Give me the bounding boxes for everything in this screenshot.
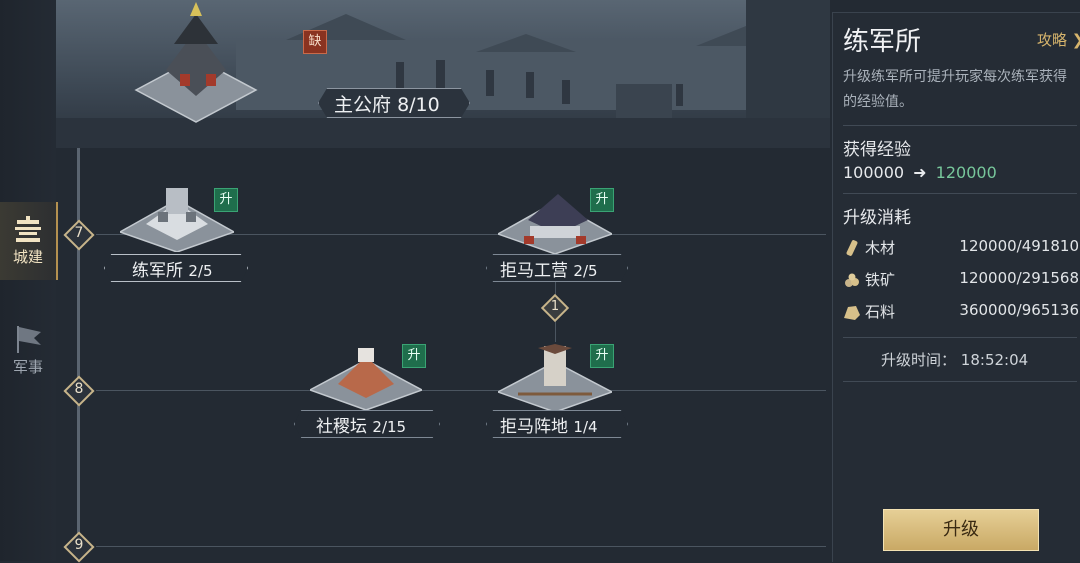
tab-military[interactable]: 军事 xyxy=(0,310,56,390)
building-level: 2/5 xyxy=(188,262,213,280)
barricade-workshop-label[interactable]: 拒马工营 2/5 xyxy=(500,256,598,281)
panel-title: 练军所 xyxy=(843,27,922,57)
divider xyxy=(843,381,1077,382)
resource-row-wood: 木材 120000/491810 xyxy=(843,237,1079,261)
header-banner: 缺 主公府 8/10 xyxy=(56,0,830,148)
city-backdrop xyxy=(56,0,830,148)
upgrade-badge: 升 xyxy=(590,188,614,212)
wood-icon xyxy=(846,240,858,256)
flag-icon xyxy=(17,326,41,353)
guide-label: 攻略 xyxy=(1037,31,1068,49)
building-level: 2/15 xyxy=(372,418,407,436)
resource-value: 360000/965136 xyxy=(959,301,1079,319)
building-level: 1/4 xyxy=(573,418,598,436)
upgrade-badge: 升 xyxy=(214,188,238,212)
time-value: 18:52:04 xyxy=(960,351,1029,369)
level-number-9: 9 xyxy=(74,537,84,553)
divider xyxy=(843,193,1077,194)
resource-name: 木材 xyxy=(865,239,896,257)
exp-header: 获得经验 xyxy=(843,140,911,160)
upgrade-time: 升级时间： 18:52:04 xyxy=(881,349,1028,370)
panel-description: 升级练军所可提升玩家每次练军获得的经验值。 xyxy=(843,69,1067,110)
hq-level: 8/10 xyxy=(397,94,440,116)
building-name: 练军所 xyxy=(132,261,183,281)
stone-icon xyxy=(844,306,860,320)
guide-link[interactable]: 攻略 ❯ xyxy=(1037,29,1080,50)
arrow-right-icon: ➜ xyxy=(913,163,927,182)
resource-value: 120000/291568 xyxy=(959,269,1079,287)
cost-header: 升级消耗 xyxy=(843,208,911,228)
iron-icon xyxy=(845,273,859,287)
altar-label[interactable]: 社稷坛 2/15 xyxy=(316,412,406,437)
building-level: 2/5 xyxy=(573,262,598,280)
hq-name: 主公府 xyxy=(334,94,392,116)
row-line-9 xyxy=(96,546,826,547)
tree-trunk xyxy=(77,148,80,561)
building-name: 拒马阵地 xyxy=(500,417,568,437)
connector-number: 1 xyxy=(550,299,560,314)
resource-row-stone: 石料 360000/965136 xyxy=(843,301,1079,325)
chevron-right-icon: ❯ xyxy=(1072,31,1080,49)
building-detail-panel: 练军所 攻略 ❯ 升级练军所可提升玩家每次练军获得的经验值。 获得经验 1000… xyxy=(832,12,1080,562)
building-name: 社稷坛 xyxy=(316,417,367,437)
missing-badge: 缺 xyxy=(303,30,327,54)
building-tree: 7 8 9 1 升 练军所 2/5 升 拒马工营 2/5 升 社稷坛 2/15 … xyxy=(56,148,830,563)
divider xyxy=(843,125,1077,126)
time-label: 升级时间： xyxy=(881,351,957,369)
upgrade-badge: 升 xyxy=(590,344,614,368)
upgrade-badge: 升 xyxy=(402,344,426,368)
level-number-8: 8 xyxy=(74,381,84,397)
exp-values: 100000 ➜ 120000 xyxy=(843,163,997,182)
resource-name: 铁矿 xyxy=(865,271,896,289)
tab-military-label: 军事 xyxy=(12,358,43,376)
sidebar: 城建 军事 xyxy=(0,0,58,561)
exp-to: 120000 xyxy=(935,163,997,182)
city-icon xyxy=(15,216,41,242)
resource-row-iron: 铁矿 120000/291568 xyxy=(843,269,1079,293)
resource-value: 120000/491810 xyxy=(959,237,1079,255)
tab-city-build-label: 城建 xyxy=(12,248,43,266)
barricade-field-label[interactable]: 拒马阵地 1/4 xyxy=(500,412,598,437)
row-line-8 xyxy=(96,390,826,391)
upgrade-button[interactable]: 升级 xyxy=(883,509,1039,551)
tab-city-build[interactable]: 城建 xyxy=(0,202,58,280)
divider xyxy=(843,337,1077,338)
building-name: 拒马工营 xyxy=(500,261,568,281)
level-number-7: 7 xyxy=(74,225,84,241)
resource-name: 石料 xyxy=(865,303,896,321)
training-camp-label[interactable]: 练军所 2/5 xyxy=(132,256,213,281)
hq-label[interactable]: 主公府 8/10 xyxy=(334,90,440,117)
exp-from: 100000 xyxy=(843,163,905,182)
